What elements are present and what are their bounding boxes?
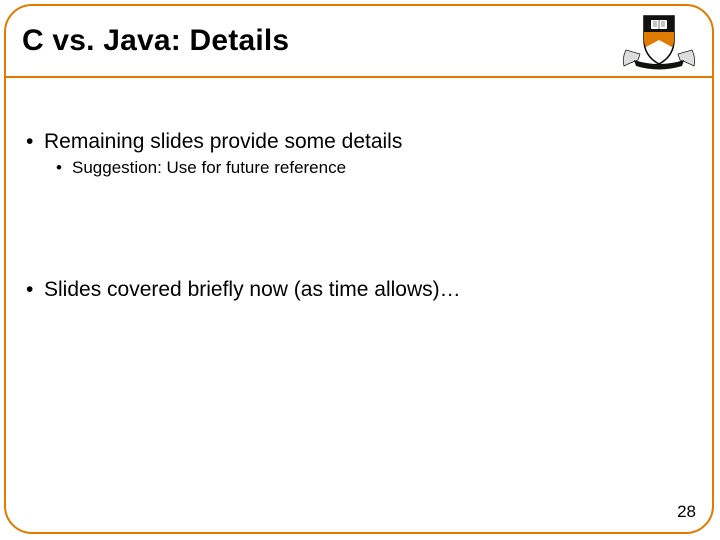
- page-number: 28: [677, 502, 696, 522]
- bullet-dot-icon: •: [26, 278, 44, 302]
- bullet-text: Slides covered briefly now (as time allo…: [44, 278, 461, 302]
- slide-title: C vs. Java: Details: [22, 24, 289, 58]
- bullet-text: Remaining slides provide some details: [44, 130, 402, 154]
- bullet-text: Suggestion: Use for future reference: [72, 158, 346, 178]
- bullet-dot-icon: •: [26, 130, 44, 154]
- slide-body: • Remaining slides provide some details …: [26, 130, 694, 306]
- princeton-shield-logo: [620, 10, 698, 72]
- bullet-level2: • Suggestion: Use for future reference: [56, 158, 694, 178]
- title-divider: [6, 76, 712, 78]
- slide: C vs. Java: Details •: [0, 0, 720, 540]
- bullet-dot-icon: •: [56, 158, 72, 178]
- bullet-level1: • Remaining slides provide some details: [26, 130, 694, 154]
- bullet-level1: • Slides covered briefly now (as time al…: [26, 278, 694, 302]
- spacer: [26, 178, 694, 278]
